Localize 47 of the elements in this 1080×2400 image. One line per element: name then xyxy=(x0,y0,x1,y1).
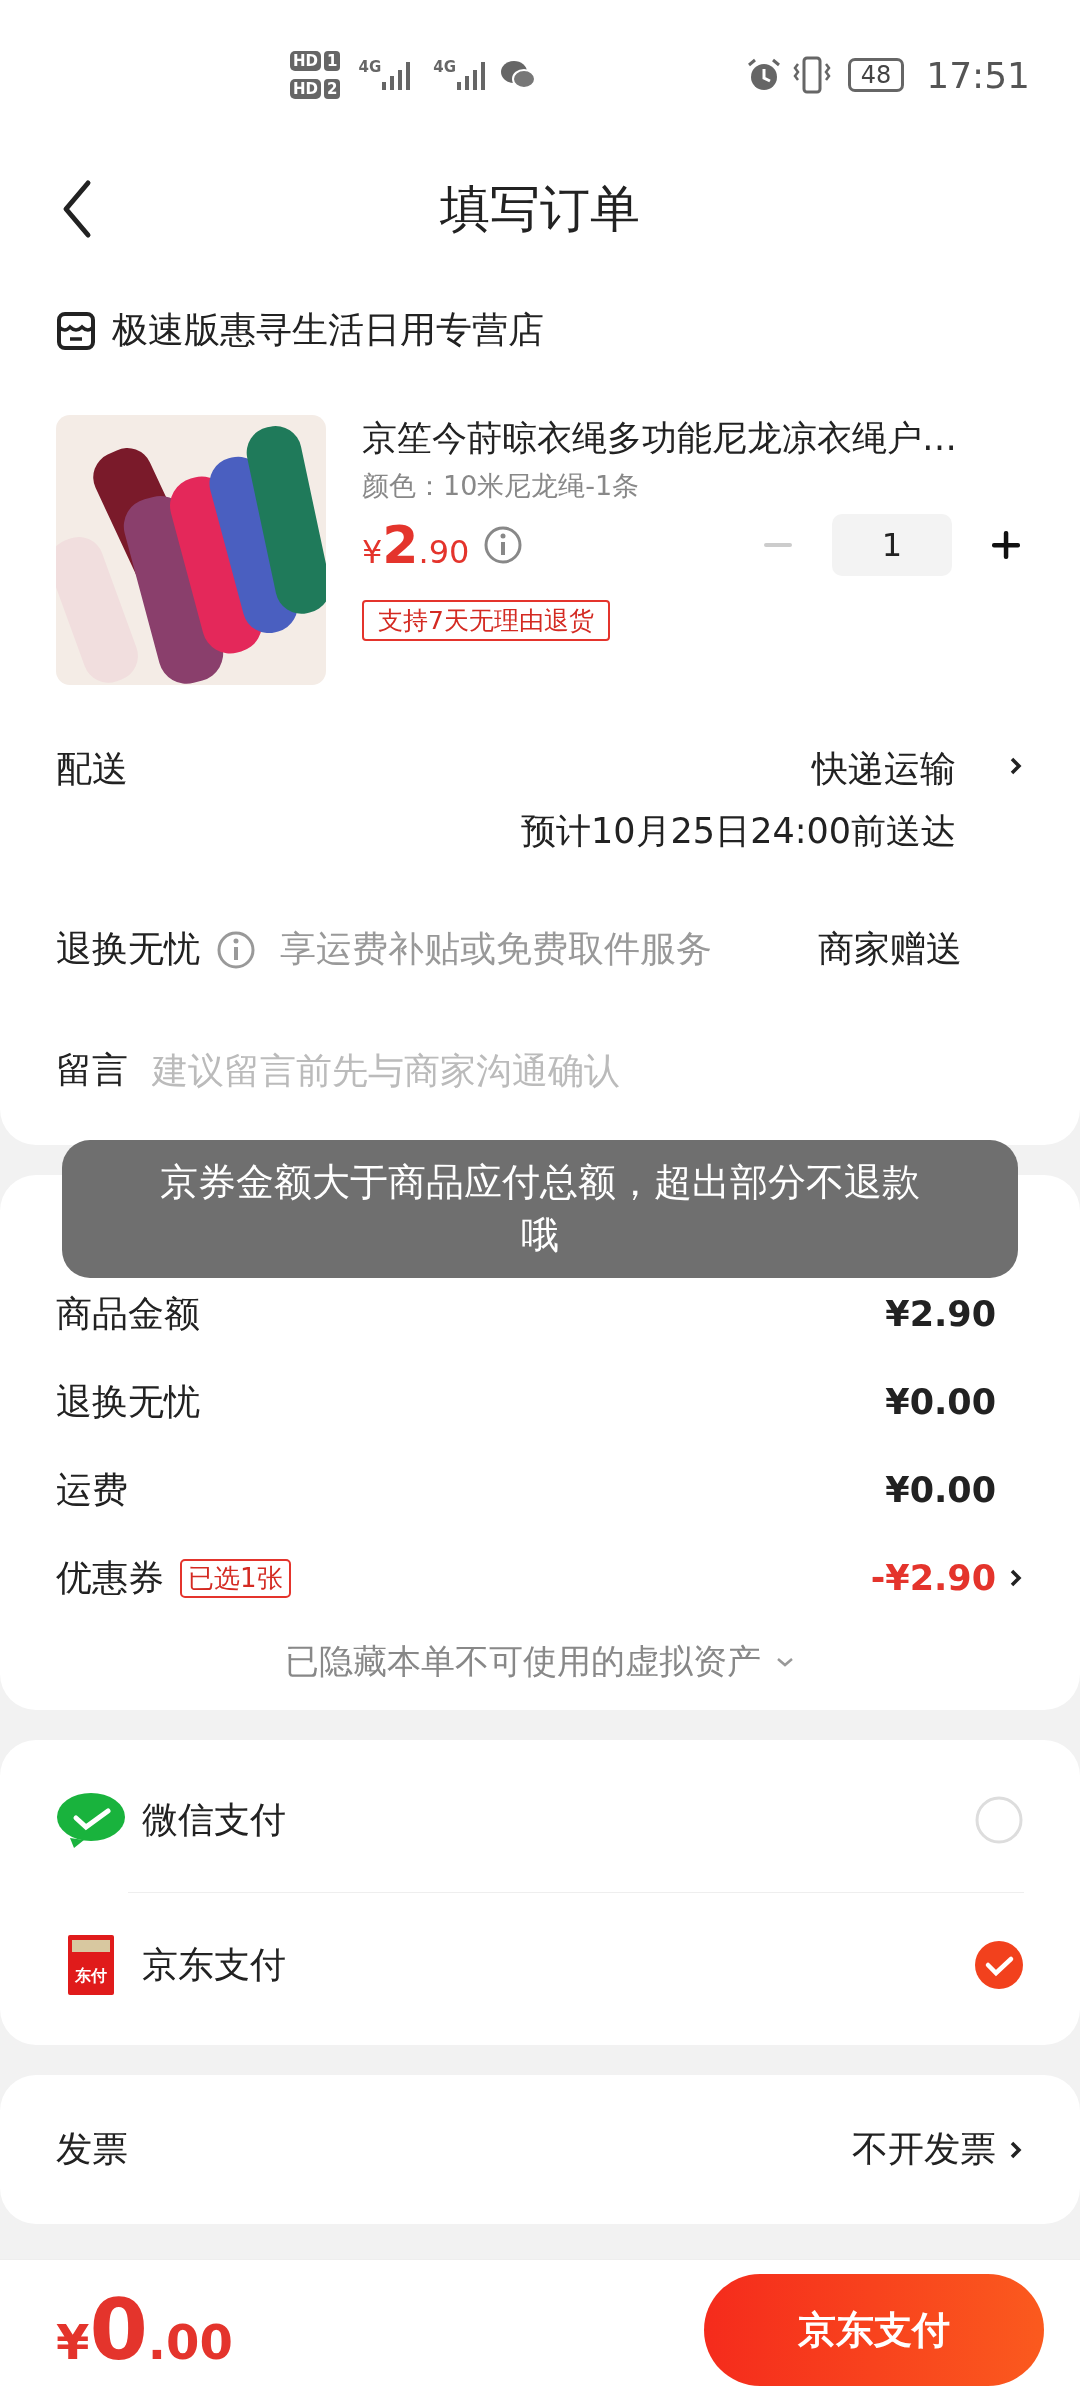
vibrate-icon xyxy=(791,56,832,94)
invoice-value[interactable]: 不开发票 xyxy=(852,2125,996,2174)
payment-method-label: 京东支付 xyxy=(142,1942,286,1987)
summary-label: 退换无忧 xyxy=(56,1379,200,1424)
delivery-eta: 预计10月25日24:00前送达 xyxy=(521,810,956,853)
chat-bubble-icon xyxy=(56,1792,126,1848)
returns-description: 享运费补贴或免费取件服务 xyxy=(280,927,713,971)
order-total: ¥0.00 xyxy=(56,2281,233,2379)
return-policy-tag: 支持7天无理由退货 xyxy=(362,600,610,641)
network-type: 4G xyxy=(358,58,382,76)
returns-label: 退换无忧 xyxy=(56,927,200,971)
chevron-down-icon[interactable] xyxy=(775,1655,795,1669)
summary-label: 商品金额 xyxy=(56,1291,200,1336)
clock: 17:51 xyxy=(926,54,1030,96)
product-variant: 颜色：10米尼龙绳-1条 xyxy=(362,469,641,503)
toast-message: 京券金额大于商品应付总额，超出部分不退款哦 xyxy=(62,1140,1018,1279)
alarm-icon xyxy=(745,57,782,93)
page-title: 填写订单 xyxy=(440,178,640,240)
delivery-method[interactable]: 快递运输 xyxy=(812,745,956,794)
info-icon[interactable] xyxy=(483,525,524,565)
summary-label: 优惠券 xyxy=(56,1555,164,1600)
payment-method-label: 微信支付 xyxy=(142,1797,286,1842)
network-type: 4G xyxy=(433,58,456,76)
store-icon xyxy=(56,310,96,351)
store-name[interactable]: 极速版惠寻生活日用专营店 xyxy=(112,306,544,355)
battery-indicator: 48 xyxy=(847,58,905,92)
summary-value[interactable]: -¥2.90 xyxy=(870,1558,996,1598)
quantity-field[interactable]: 1 xyxy=(832,514,952,576)
product-price: ¥2.90 xyxy=(362,515,470,575)
delivery-label: 配送 xyxy=(56,747,128,791)
returns-value: 商家赠送 xyxy=(818,927,962,971)
pay-button[interactable]: 京东支付 xyxy=(704,2274,1044,2386)
summary-label: 运费 xyxy=(56,1467,128,1512)
info-icon[interactable] xyxy=(216,929,256,970)
summary-value: ¥2.90 xyxy=(885,1294,996,1334)
radio-button[interactable] xyxy=(974,1940,1024,1990)
coupon-count-badge: 已选1张 xyxy=(180,1558,291,1598)
summary-value: ¥0.00 xyxy=(885,1382,996,1422)
hidden-assets-toggle[interactable]: 已隐藏本单不可使用的虚拟资产 xyxy=(285,1639,761,1685)
product-title[interactable]: 京笙今莳晾衣绳多功能尼龙凉衣绳户… xyxy=(362,415,1024,462)
message-label: 留言 xyxy=(56,1048,128,1092)
summary-value: ¥0.00 xyxy=(885,1470,996,1510)
back-icon[interactable] xyxy=(62,179,92,239)
radio-button[interactable] xyxy=(974,1795,1024,1845)
sim-indicator: HD 1 xyxy=(290,51,341,71)
invoice-label: 发票 xyxy=(56,2127,128,2171)
sim-indicator: HD 2 xyxy=(290,79,341,99)
